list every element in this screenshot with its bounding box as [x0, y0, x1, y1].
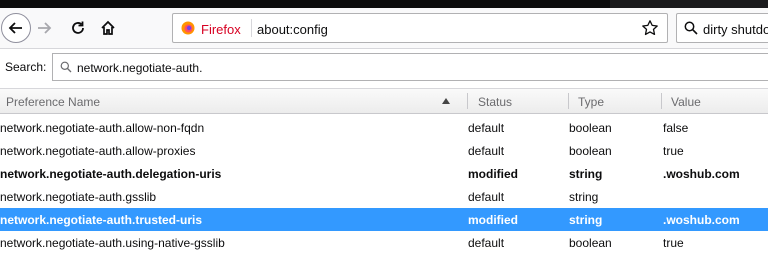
column-header-type[interactable]: Type: [578, 95, 604, 109]
config-search-row: Search: network.negotiate-auth.: [0, 49, 768, 85]
preference-value: true: [663, 236, 684, 250]
preference-type: boolean: [569, 121, 612, 135]
column-separator[interactable]: [661, 93, 662, 109]
filter-value[interactable]: network.negotiate-auth.: [77, 61, 202, 75]
reload-button[interactable]: [62, 12, 94, 44]
preference-type: string: [569, 167, 603, 181]
preference-value: .woshub.com: [663, 167, 740, 181]
preference-status: default: [468, 236, 505, 250]
column-header-status[interactable]: Status: [478, 95, 512, 109]
preference-name: network.negotiate-auth.allow-proxies: [0, 144, 196, 158]
sort-ascending-icon: [442, 98, 450, 104]
table-row[interactable]: network.negotiate-auth.allow-proxies def…: [0, 139, 768, 162]
preference-status: default: [468, 144, 505, 158]
search-label: Search:: [5, 60, 47, 74]
preference-name: network.negotiate-auth.delegation-uris: [0, 167, 222, 181]
preference-status: modified: [468, 167, 518, 181]
table-row[interactable]: network.negotiate-auth.gsslib default st…: [0, 185, 768, 208]
preference-value: true: [663, 144, 684, 158]
preference-type: string: [569, 190, 599, 204]
bookmark-star-icon[interactable]: [641, 19, 659, 37]
search-icon: [60, 61, 72, 73]
preference-name: network.negotiate-auth.using-native-gssl…: [0, 236, 225, 250]
active-tab[interactable]: [610, 0, 768, 8]
table-row[interactable]: network.negotiate-auth.using-native-gssl…: [0, 231, 768, 254]
preference-value: .woshub.com: [663, 213, 740, 227]
forward-arrow-icon: [38, 22, 52, 34]
url-text[interactable]: about:config: [257, 22, 328, 37]
preference-type: boolean: [569, 144, 612, 158]
search-icon: [684, 21, 698, 35]
firefox-logo-icon: [181, 21, 195, 35]
home-icon: [101, 20, 115, 35]
table-row-selected[interactable]: network.negotiate-auth.trusted-uris modi…: [0, 208, 768, 231]
preferences-table-body: network.negotiate-auth.allow-non-fqdn de…: [0, 116, 768, 254]
preferences-table-header: Preference Name Status Type Value: [0, 88, 768, 114]
preference-status: default: [468, 121, 505, 135]
reload-icon: [72, 21, 84, 34]
preference-name: network.negotiate-auth.gsslib: [0, 190, 157, 204]
preference-status: modified: [468, 213, 518, 227]
table-row[interactable]: network.negotiate-auth.allow-non-fqdn de…: [0, 116, 768, 139]
table-row[interactable]: network.negotiate-auth.delegation-uris m…: [0, 162, 768, 185]
address-separator: [251, 19, 252, 37]
column-separator[interactable]: [467, 93, 468, 109]
back-arrow-icon: [8, 22, 22, 34]
column-header-name[interactable]: Preference Name: [6, 95, 100, 109]
preference-value: false: [663, 121, 689, 135]
preference-name: network.negotiate-auth.allow-non-fqdn: [0, 121, 205, 135]
column-separator[interactable]: [568, 93, 569, 109]
preference-type: string: [569, 213, 603, 227]
preference-filter-input[interactable]: network.negotiate-auth.: [52, 53, 768, 81]
preference-status: default: [468, 190, 505, 204]
navigation-toolbar: Firefox about:config dirty shutdown: [0, 8, 768, 48]
home-button[interactable]: [92, 12, 124, 44]
search-query[interactable]: dirty shutdown: [703, 22, 768, 37]
identity-label[interactable]: Firefox: [201, 22, 241, 37]
tab-strip: [0, 0, 768, 8]
preference-type: boolean: [569, 236, 612, 250]
column-header-value[interactable]: Value: [671, 95, 701, 109]
address-bar[interactable]: Firefox about:config: [172, 13, 668, 43]
forward-button[interactable]: [28, 12, 60, 44]
preference-name: network.negotiate-auth.trusted-uris: [0, 213, 203, 227]
search-bar[interactable]: dirty shutdown: [676, 13, 768, 43]
